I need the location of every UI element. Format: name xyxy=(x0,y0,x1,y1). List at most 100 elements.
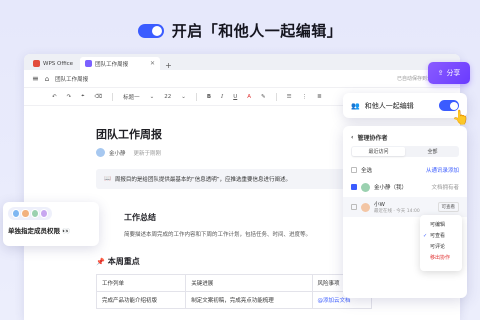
avatar xyxy=(361,182,370,192)
table-cell[interactable]: 制定文案初稿，完成亮点功能梳理 xyxy=(185,291,313,309)
section-heading: 工作总结 xyxy=(124,213,156,222)
table-header-row: 工作列单 关键进展 风险事项 xyxy=(95,274,373,292)
permission-text: 单独指定成员权限 xyxy=(8,227,60,235)
table-row: 完成产品功能介绍初版 制定文案初稿，完成亮点功能梳理 @添加云文档 xyxy=(95,291,373,309)
divider xyxy=(195,92,197,101)
underline-button[interactable]: U xyxy=(233,94,237,100)
menu-icon[interactable]: ≡ xyxy=(32,74,39,83)
select-all-row: 全选 从通讯录添加 xyxy=(343,163,467,177)
redo-icon[interactable]: ↷ xyxy=(67,94,72,100)
collab-edit-card: 👥 和他人一起编辑 xyxy=(343,93,467,118)
home-icon[interactable]: ⌂ xyxy=(45,75,49,83)
avatar xyxy=(96,148,105,157)
avatar xyxy=(30,209,39,218)
share-button[interactable]: ⇪ 分享 xyxy=(428,62,470,84)
tab-wps-office[interactable]: WPS Office xyxy=(28,57,78,70)
table-cell[interactable]: 完成产品功能介绍初版 xyxy=(95,291,187,309)
headline: 开启「和他人一起编辑」 xyxy=(0,20,480,41)
section-heading-2: 📌 本周重点 xyxy=(96,256,140,267)
font-size-select[interactable]: 22 xyxy=(164,94,171,100)
bullet-list-icon[interactable]: ☰ xyxy=(287,94,292,100)
tab-label: WPS Office xyxy=(43,60,74,67)
close-icon[interactable]: ✕ xyxy=(150,60,155,67)
undo-icon[interactable]: ↶ xyxy=(52,94,57,100)
user-info: 小W 最近在线 · 今天 14:00 xyxy=(374,200,420,214)
tab-document[interactable]: 团队工作周报 ✕ xyxy=(80,57,161,70)
headline-text: 开启「和他人一起编辑」 xyxy=(171,22,343,40)
chevron-down-icon[interactable]: ⌄ xyxy=(181,94,186,100)
new-tab-icon[interactable]: + xyxy=(165,61,172,70)
add-contacts-link[interactable]: 从通讯录添加 xyxy=(426,166,459,174)
permission-dropdown: 可编辑 可查看 可评论 移出协作 xyxy=(420,215,462,271)
tab-all[interactable]: 全部 xyxy=(406,146,459,157)
format-painter-icon[interactable]: ⌖ xyxy=(81,93,84,100)
update-time: 更新于刚刚 xyxy=(133,150,162,157)
share-icon: ⇪ xyxy=(437,69,444,77)
menu-item-view[interactable]: 可查看 xyxy=(420,230,462,241)
user-checkbox[interactable] xyxy=(351,184,357,190)
font-color-button[interactable]: A xyxy=(247,94,251,100)
numbered-list-icon[interactable]: ⋮ xyxy=(302,94,308,100)
highlight-icon[interactable]: ✎ xyxy=(261,94,266,100)
menu-item-comment[interactable]: 可评论 xyxy=(420,241,462,252)
author-line: 金小静 更新于刚刚 xyxy=(96,148,376,157)
user-checkbox[interactable] xyxy=(351,204,357,210)
tab-label: 团队工作周报 xyxy=(95,61,129,68)
divider xyxy=(112,92,114,101)
book-icon: 📖 xyxy=(104,176,111,182)
divider xyxy=(275,92,277,101)
panel-title: 管理协作者 xyxy=(357,135,388,142)
notice-text: 周报目的是给团队提供最基本的“信息透明”，应推选重要信息进行阐述。 xyxy=(114,177,292,183)
users-icon: 👥 xyxy=(351,101,360,110)
back-icon[interactable]: ‹ xyxy=(351,134,353,141)
italic-button[interactable]: I xyxy=(221,94,223,100)
document-icon xyxy=(85,60,93,67)
table-header: 工作列单 xyxy=(95,274,187,292)
permission-select[interactable]: 可查看 xyxy=(437,202,459,212)
notice-block: 📖 周报目的是给团队提供最基本的“信息透明”，应推选重要信息进行阐述。 xyxy=(96,169,376,189)
align-icon[interactable]: ≣ xyxy=(317,94,322,100)
menu-item-edit[interactable]: 可编辑 xyxy=(420,219,462,230)
page-title: 团队工作周报 xyxy=(96,128,162,141)
collab-label: 和他人一起编辑 xyxy=(364,101,414,110)
wps-logo-icon xyxy=(33,60,40,67)
avatar xyxy=(21,209,30,218)
list-item: 金小静（我） 文档拥有者 xyxy=(343,177,467,197)
avatar xyxy=(12,209,21,218)
author-name: 金小静 xyxy=(109,150,126,157)
pin-icon: 📌 xyxy=(96,257,105,266)
tab-recent[interactable]: 最近访问 xyxy=(352,147,405,156)
user-status: 最近在线 · 今天 14:00 xyxy=(374,209,420,214)
collab-toggle-icon xyxy=(137,23,164,38)
tab-bar: WPS Office 团队工作周报 ✕ + xyxy=(24,54,460,70)
document-body: 团队工作周报 金小静 更新于刚刚 📖 周报目的是给团队提供最基本的“信息透明”，… xyxy=(95,126,376,309)
chevron-down-icon[interactable]: ⌄ xyxy=(150,94,155,100)
collaborator-panel: ‹ 管理协作者 最近访问 全部 全选 从通讯录添加 金小静（我） 文档拥有者 小… xyxy=(343,126,467,298)
doc-header: ≡ ⌂ 团队工作周报 已自动保存到云端 xyxy=(24,70,460,88)
member-permission-card: 单独指定成员权限 👀 xyxy=(3,202,99,246)
select-all-label: 全选 xyxy=(361,168,373,174)
avatar xyxy=(39,209,48,218)
user-name: 小W xyxy=(374,202,385,208)
panel-header: ‹ 管理协作者 xyxy=(343,126,467,146)
avatar-group xyxy=(8,207,52,220)
panel-tabs: 最近访问 全部 xyxy=(351,146,459,157)
section-title: 本周重点 xyxy=(107,257,140,266)
work-table: 工作列单 关键进展 风险事项 完成产品功能介绍初版 制定文案初稿，完成亮点功能梳… xyxy=(95,274,373,309)
avatar xyxy=(361,202,370,212)
menu-item-remove[interactable]: 移出协作 xyxy=(420,252,462,263)
select-all-checkbox[interactable] xyxy=(351,167,357,173)
doc-title: 团队工作周报 xyxy=(55,76,89,83)
user-role: 文档拥有者 xyxy=(431,185,459,191)
section-description: 简要描述本周完成的工作内容和下周的工作计划，包括任务、时间、进度等。 xyxy=(124,232,312,238)
permission-label: 单独指定成员权限 👀 xyxy=(8,225,94,235)
bold-button[interactable]: B xyxy=(207,94,211,100)
eyes-icon: 👀 xyxy=(62,227,71,235)
style-select[interactable]: 标题一 xyxy=(123,93,140,101)
table-header: 关键进展 xyxy=(185,274,313,292)
list-item: 小W 最近在线 · 今天 14:00 可查看 xyxy=(343,197,467,217)
share-label: 分享 xyxy=(446,69,461,77)
pointer-hand-icon: 👆 xyxy=(452,110,470,126)
user-name: 金小静（我） xyxy=(374,185,408,191)
clear-format-icon[interactable]: ⌫ xyxy=(94,94,102,100)
